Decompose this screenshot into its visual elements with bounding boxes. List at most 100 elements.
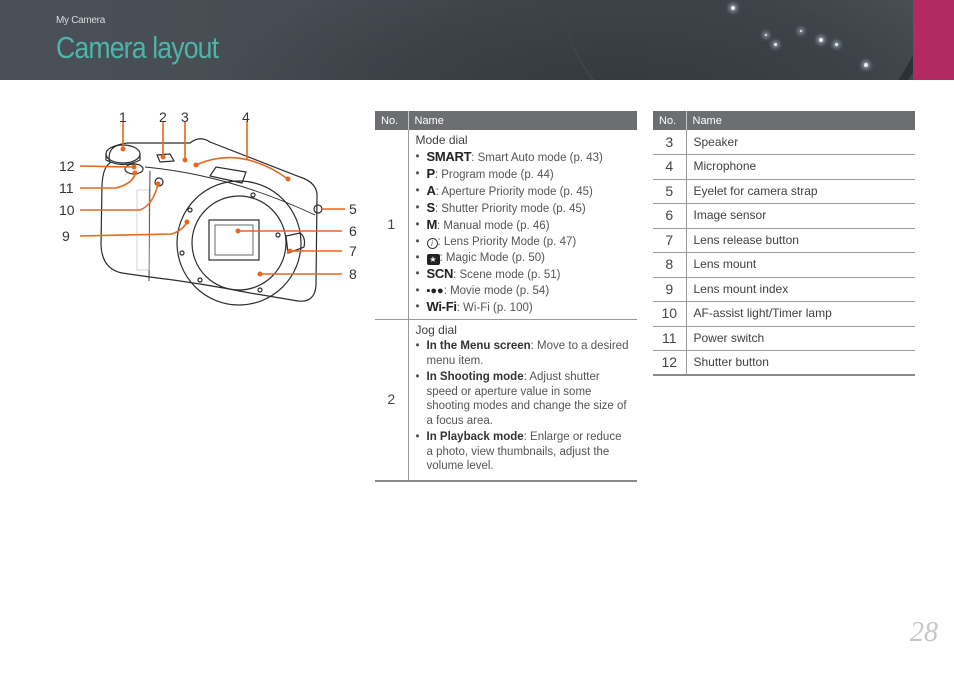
callout-4: 4 xyxy=(242,109,250,125)
table-row: 7 Lens release button xyxy=(653,228,915,253)
callout-10: 10 xyxy=(59,202,75,218)
list-item-text: : Program mode (p. 44) xyxy=(434,169,554,181)
table-row: 1 Mode dial SMART: Smart Auto mode (p. 4… xyxy=(375,130,637,320)
list-item-text: : Smart Auto mode (p. 43) xyxy=(471,152,603,164)
header-sparkle xyxy=(765,34,767,36)
list-item-text: : Wi-Fi (p. 100) xyxy=(456,302,533,314)
header-sparkle xyxy=(819,38,823,42)
callout-1: 1 xyxy=(119,109,127,125)
list-item: SCN: Scene mode (p. 51) xyxy=(416,266,631,283)
row-name: Power switch xyxy=(686,326,915,351)
list-item-text: : Lens Priority Mode (p. 47) xyxy=(437,236,577,248)
table-row: 9 Lens mount index xyxy=(653,277,915,302)
list-item: Wi-Fi: Wi-Fi (p. 100) xyxy=(416,299,631,316)
row-number: 5 xyxy=(653,179,687,204)
list-item-term: In Playback mode xyxy=(426,431,524,443)
list-item: P: Program mode (p. 44) xyxy=(416,166,631,183)
row-number: 1 xyxy=(375,130,409,320)
row-number: 12 xyxy=(653,350,687,376)
table-row: 8 Lens mount xyxy=(653,252,915,278)
header-sparkle xyxy=(731,6,735,10)
list-item-text: : Manual mode (p. 46) xyxy=(437,220,550,232)
aperture-mode-symbol: A xyxy=(426,183,436,198)
leader-4 xyxy=(195,121,289,180)
parts-table-1: No. Name 1 Mode dial SMART: Smart Auto m… xyxy=(375,111,637,482)
header-sparkle xyxy=(835,43,838,46)
page-number: 28 xyxy=(910,617,938,648)
callout-2: 2 xyxy=(159,109,167,125)
magic-mode-icon: ★ xyxy=(426,254,440,265)
table-row: 6 Image sensor xyxy=(653,203,915,229)
chapter-tab xyxy=(913,0,954,80)
row-number: 8 xyxy=(653,252,687,278)
callout-7: 7 xyxy=(349,243,357,259)
column-header-name: Name xyxy=(686,111,915,130)
callout-6: 6 xyxy=(349,223,357,239)
row-number: 6 xyxy=(653,203,687,229)
row-number: 10 xyxy=(653,301,687,327)
row-number: 4 xyxy=(653,154,687,180)
callout-5: 5 xyxy=(349,201,357,217)
list-item: ▪●●: Movie mode (p. 54) xyxy=(416,283,631,299)
header-decoration xyxy=(560,0,940,80)
leader-12 xyxy=(79,165,135,168)
breadcrumb[interactable]: My Camera xyxy=(56,15,105,26)
list-item: ★: Magic Mode (p. 50) xyxy=(416,250,631,266)
list-item-text: : Movie mode (p. 54) xyxy=(443,285,550,297)
page-header: My Camera Camera layout xyxy=(0,0,954,80)
row-number: 11 xyxy=(653,326,687,351)
list-item-text: : Scene mode (p. 51) xyxy=(453,269,561,281)
list-item-text: : Shutter Priority mode (p. 45) xyxy=(434,203,586,215)
lens-mount xyxy=(176,180,302,306)
page-title: Camera layout xyxy=(56,30,219,65)
table-row: 11 Power switch xyxy=(653,326,915,351)
list-item-term: In the Menu screen xyxy=(426,340,531,352)
row-number: 2 xyxy=(375,319,409,482)
list-item: A: Aperture Priority mode (p. 45) xyxy=(416,183,631,200)
header-sparkle xyxy=(800,30,802,32)
row-number: 7 xyxy=(653,228,687,253)
list-item: i: Lens Priority Mode (p. 47) xyxy=(416,234,631,250)
list-item-text: : Magic Mode (p. 50) xyxy=(439,252,545,264)
row-title: Jog dial xyxy=(415,323,457,337)
row-content: Mode dial SMART: Smart Auto mode (p. 43)… xyxy=(408,130,637,320)
callout-8: 8 xyxy=(349,266,357,282)
table-row: 2 Jog dial In the Menu screen: Move to a… xyxy=(375,319,637,482)
wifi-mode-symbol: Wi-Fi xyxy=(426,299,457,314)
list-item: S: Shutter Priority mode (p. 45) xyxy=(416,200,631,217)
row-name: AF-assist light/Timer lamp xyxy=(686,301,915,327)
table-row: 4 Microphone xyxy=(653,154,915,180)
row-name: Eyelet for camera strap xyxy=(686,179,915,204)
list-item: In Shooting mode: Adjust shutter speed o… xyxy=(416,370,631,428)
row-name: Image sensor xyxy=(686,203,915,229)
manual-mode-symbol: M xyxy=(426,217,438,232)
column-header-no: No. xyxy=(653,111,687,130)
callout-11: 11 xyxy=(59,180,74,196)
row-name: Lens mount xyxy=(686,252,915,278)
scene-mode-symbol: SCN xyxy=(426,266,454,281)
smart-mode-symbol: SMART xyxy=(426,149,472,164)
list-item-text: : Aperture Priority mode (p. 45) xyxy=(435,186,593,198)
table-row: 10 AF-assist light/Timer lamp xyxy=(653,301,915,327)
movie-camera-icon: ▪●● xyxy=(426,285,444,297)
lens-priority-icon: i xyxy=(426,238,438,249)
row-number: 3 xyxy=(653,130,687,155)
row-number: 9 xyxy=(653,277,687,302)
table-row: 12 Shutter button xyxy=(653,350,915,376)
list-item-term: In Shooting mode xyxy=(426,371,524,383)
row-name: Microphone xyxy=(686,154,915,180)
program-mode-symbol: P xyxy=(426,166,436,181)
table-header-row: No. Name xyxy=(653,111,915,130)
row-title: Mode dial xyxy=(415,133,468,147)
column-header-name: Name xyxy=(408,111,637,130)
callout-12: 12 xyxy=(59,158,75,174)
parts-table-2: No. Name 3 Speaker 4 Microphone 5 Eyelet fo… xyxy=(653,111,915,376)
row-content: Jog dial In the Menu screen: Move to a d… xyxy=(408,319,637,482)
camera-illustration xyxy=(79,121,345,306)
list-item: SMART: Smart Auto mode (p. 43) xyxy=(416,149,631,166)
camera-layout-figure: 1 2 3 4 5 6 7 8 9 10 11 12 xyxy=(50,105,370,320)
column-header-no: No. xyxy=(375,111,409,130)
mode-list: SMART: Smart Auto mode (p. 43) P: Progra… xyxy=(416,149,631,316)
table-header-row: No. Name xyxy=(375,111,637,130)
row-name: Lens release button xyxy=(686,228,915,253)
